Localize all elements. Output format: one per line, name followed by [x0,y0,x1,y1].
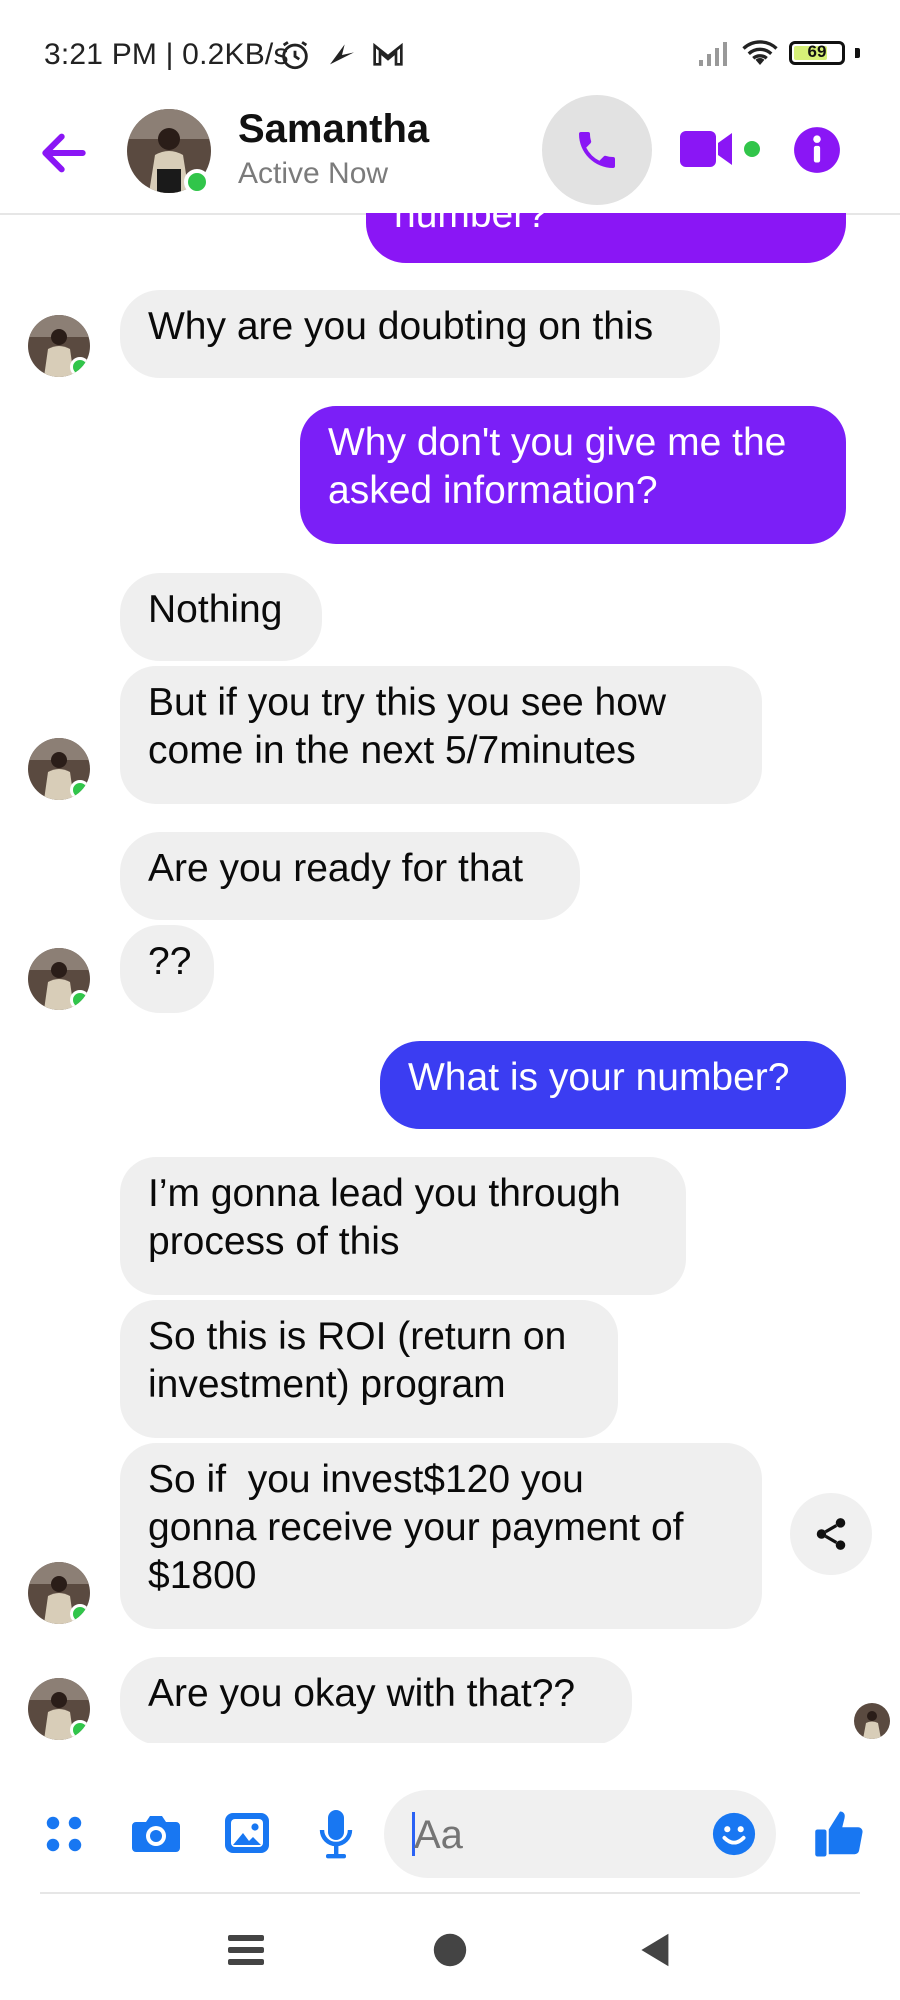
gallery-button[interactable] [222,1808,272,1858]
camera-button[interactable] [128,1808,184,1860]
sender-avatar[interactable] [28,1678,90,1740]
video-camera-icon [680,131,760,167]
battery-level: 69 [807,42,827,61]
message-list[interactable]: number? Why are you doubting on this Why… [0,213,900,1743]
video-call-button[interactable] [680,125,762,175]
system-navigation-bar [0,1900,900,2000]
gmail-icon [373,42,403,66]
message-bubble[interactable]: number? [366,213,846,263]
emoji-button[interactable] [710,1810,758,1858]
message-composer [0,1780,900,1890]
phone-icon [579,132,615,168]
alarm-icon [282,41,308,70]
home-circle-icon [433,1933,467,1967]
status-time: 3:21 PM | 0.2KB/s [44,38,289,71]
thumbs-up-icon [815,1811,863,1857]
composer-divider [40,1892,860,1894]
message-bubble[interactable]: So this is ROI (return on investment) pr… [120,1300,618,1438]
sender-avatar[interactable] [28,948,90,1010]
like-button[interactable] [812,1806,868,1862]
microphone-icon [319,1810,353,1859]
message-bubble[interactable]: But if you try this you see how come in … [120,666,762,804]
sender-avatar[interactable] [28,315,90,377]
message-bubble[interactable]: Nothing [120,573,322,661]
status-system-icons: 69 [697,38,860,68]
share-button[interactable] [790,1493,872,1575]
message-bubble[interactable]: What is your number? [380,1041,846,1129]
back-arrow-icon[interactable] [36,125,92,181]
status-notification-icons [278,38,404,72]
message-bubble[interactable]: ?? [120,925,214,1013]
sender-avatar[interactable] [28,1562,90,1624]
battery-icon: 69 [789,41,845,65]
status-bar: 3:21 PM | 0.2KB/s 69 [0,0,900,110]
message-bubble[interactable]: I’m gonna lead you through process of th… [120,1157,686,1295]
emoji-icon [712,1812,756,1856]
camera-icon [132,1816,180,1852]
info-icon [794,127,840,173]
seen-receipt-avatar [854,1703,890,1739]
online-indicator [184,169,210,195]
message-bubble[interactable]: Why are you doubting on this [120,290,720,378]
recent-apps-button[interactable] [226,1930,266,1970]
contact-name[interactable]: Samantha [238,107,429,152]
message-input[interactable] [412,1804,676,1866]
message-bubble[interactable]: So if you invest$120 you gonna receive y… [120,1443,762,1629]
bird-icon [330,44,354,65]
menu-icon [228,1935,264,1965]
signal-icon [699,42,727,66]
voice-call-button[interactable] [542,95,652,205]
message-bubble[interactable]: Why don't you give me the asked informat… [300,406,846,544]
voice-message-button[interactable] [316,1806,356,1862]
contact-status: Active Now [238,157,389,190]
sender-avatar[interactable] [28,738,90,800]
share-icon [816,1518,846,1550]
back-triangle-icon [641,1933,669,1967]
back-button[interactable] [634,1930,674,1970]
message-input-container[interactable] [384,1790,776,1878]
message-bubble[interactable]: Are you ready for that [120,832,580,920]
home-button[interactable] [430,1930,470,1970]
more-actions-button[interactable] [40,1810,88,1858]
info-button[interactable] [792,125,842,175]
grid-dots-icon [46,1816,82,1852]
wifi-icon [742,40,778,65]
battery-nub [855,48,860,58]
message-bubble[interactable]: Are you okay with that?? [120,1657,632,1743]
conversation-header: Samantha Active Now [0,95,900,215]
image-icon [225,1813,269,1853]
